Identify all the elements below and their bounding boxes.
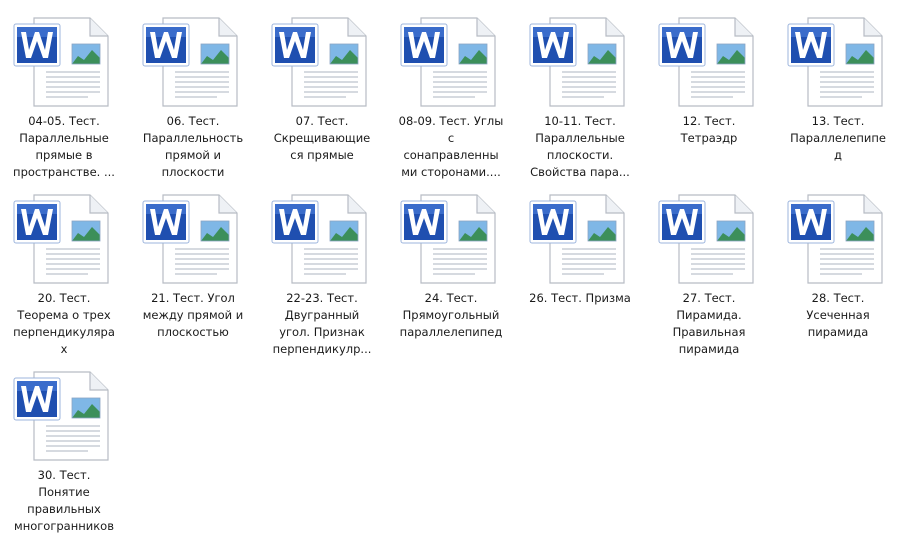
file-item-6[interactable]: 12. Тест. Тетраэдр — [647, 4, 771, 176]
file-label-line: Усеченная — [806, 308, 870, 322]
file-label: 24. Тест. Прямоугольный параллелепипед — [389, 290, 513, 341]
file-label-line: Параллельные — [19, 131, 109, 145]
file-label: 26. Тест. Призма — [518, 290, 642, 307]
word-document-icon — [141, 191, 241, 287]
file-label-line: плоскостью — [157, 325, 229, 339]
file-label-line: плоскости. — [546, 148, 614, 162]
file-item-3[interactable]: 07. Тест. Скрещивающие ся прямые — [260, 4, 384, 176]
file-label-line: 20. Тест. — [37, 291, 91, 305]
file-item-9[interactable]: 21. Тест. Угол между прямой и плоскостью — [131, 181, 255, 353]
file-label-line: Двугранный — [284, 308, 360, 322]
file-label-line: Параллельность — [142, 131, 244, 145]
file-label-line: Пирамида. — [676, 308, 742, 322]
file-item-8[interactable]: 20. Тест. Теорема о трех перпендикуляра х — [2, 181, 126, 356]
word-document-icon — [528, 191, 628, 287]
file-label-line: 06. Тест. — [166, 114, 220, 128]
file-label-line: правильных — [27, 502, 101, 516]
word-document-icon — [786, 191, 886, 287]
file-item-4[interactable]: 08-09. Тест. Углы с сонаправленны ми сторон… — [389, 4, 513, 179]
file-label-line: угол. Признак — [279, 325, 365, 339]
file-label-line: Параллельные — [535, 131, 625, 145]
file-label-line: перпендикулр... — [272, 342, 372, 356]
file-label: 22-23. Тест. Двугранный угол. Признак перпе… — [260, 290, 384, 358]
file-label-line: Прямоугольный — [402, 308, 500, 322]
word-document-icon — [786, 14, 886, 110]
word-document-icon — [270, 191, 370, 287]
file-label-line: 22-23. Тест. — [286, 291, 358, 305]
file-label-line: 08-09. Тест. Углы — [398, 114, 504, 128]
word-document-icon — [399, 191, 499, 287]
file-label-line: параллелепипед — [399, 325, 503, 339]
file-label-line: 12. Тест. — [682, 114, 736, 128]
file-label-line: 04-05. Тест. — [28, 114, 100, 128]
file-label-line: плоскости — [161, 165, 225, 179]
file-label-line: 28. Тест. — [811, 291, 865, 305]
file-label: 13. Тест. Параллелепипе д — [776, 113, 900, 164]
file-label-line: пирамида — [807, 325, 869, 339]
file-label: 08-09. Тест. Углы с сонаправленны ми сторон… — [389, 113, 513, 181]
word-document-icon — [141, 14, 241, 110]
file-label-line: Тетраэдр — [680, 131, 738, 145]
file-label: 12. Тест. Тетраэдр — [647, 113, 771, 147]
file-label-line: 27. Тест. — [682, 291, 736, 305]
file-label: 10-11. Тест. Параллельные плоскости. Свойст… — [518, 113, 642, 181]
file-label-line: 13. Тест. — [811, 114, 865, 128]
file-label-line: 30. Тест. — [37, 468, 91, 482]
file-item-10[interactable]: 22-23. Тест. Двугранный угол. Признак перпе… — [260, 181, 384, 356]
file-label-line: 21. Тест. Угол — [151, 291, 235, 305]
file-label-line: ми сторонами.... — [401, 165, 501, 179]
word-document-icon — [399, 14, 499, 110]
file-label-line: прямые в — [35, 148, 93, 162]
file-label: 04-05. Тест. Параллельные прямые в простран… — [2, 113, 126, 181]
file-item-15[interactable]: 30. Тест. Понятие правильных многогранников — [2, 358, 126, 533]
word-document-icon — [657, 14, 757, 110]
file-label: 21. Тест. Угол между прямой и плоскостью — [131, 290, 255, 341]
file-label-line: д — [834, 148, 842, 162]
file-item-14[interactable]: 28. Тест. Усеченная пирамида — [776, 181, 900, 353]
file-label-line: Скрещивающие — [273, 131, 371, 145]
file-label-line: между прямой и — [142, 308, 244, 322]
file-item-13[interactable]: 27. Тест. Пирамида. Правильная пирамида — [647, 181, 771, 356]
file-label: 28. Тест. Усеченная пирамида — [776, 290, 900, 341]
file-item-5[interactable]: 10-11. Тест. Параллельные плоскости. Свойст… — [518, 4, 642, 179]
file-label: 07. Тест. Скрещивающие ся прямые — [260, 113, 384, 164]
file-label: 27. Тест. Пирамида. Правильная пирамида — [647, 290, 771, 358]
file-label: 06. Тест. Параллельность прямой и плоскости — [131, 113, 255, 181]
file-label-line: многогранников — [14, 519, 114, 533]
file-label-line: перпендикуляра — [13, 325, 115, 339]
file-item-11[interactable]: 24. Тест. Прямоугольный параллелепипед — [389, 181, 513, 353]
file-label-line: сонаправленны — [403, 148, 499, 162]
file-item-12[interactable]: 26. Тест. Призма — [518, 181, 642, 353]
file-label-line: Теорема о трех — [17, 308, 111, 322]
file-item-7[interactable]: 13. Тест. Параллелепипе д — [776, 4, 900, 176]
file-label-line: пространстве. ... — [13, 165, 115, 179]
file-item-1[interactable]: 04-05. Тест. Параллельные прямые в простран… — [2, 4, 126, 179]
word-document-icon — [12, 368, 112, 464]
file-label: 20. Тест. Теорема о трех перпендикуляра х — [2, 290, 126, 358]
file-label-line: 26. Тест. Призма — [529, 291, 631, 305]
file-label: 30. Тест. Понятие правильных многогранников — [2, 467, 126, 535]
word-document-icon — [528, 14, 628, 110]
file-label-line: пирамида — [678, 342, 740, 356]
file-label-line: ся прямые — [290, 148, 354, 162]
file-label-line: Свойства пара... — [530, 165, 630, 179]
word-document-icon — [12, 191, 112, 287]
file-label-line: 24. Тест. — [424, 291, 478, 305]
word-document-icon — [657, 191, 757, 287]
file-label-line: с — [447, 131, 455, 145]
file-label-line: 10-11. Тест. — [544, 114, 616, 128]
file-label-line: прямой и — [164, 148, 222, 162]
file-label-line: Правильная — [672, 325, 746, 339]
file-grid: 04-05. Тест. Параллельные прямые в простран… — [0, 0, 900, 540]
word-document-icon — [12, 14, 112, 110]
file-label-line: Понятие — [38, 485, 90, 499]
file-item-2[interactable]: 06. Тест. Параллельность прямой и плоскости — [131, 4, 255, 179]
file-label-line: 07. Тест. — [295, 114, 349, 128]
word-document-icon — [270, 14, 370, 110]
file-label-line: х — [60, 342, 68, 356]
file-label-line: Параллелепипе — [790, 131, 886, 145]
